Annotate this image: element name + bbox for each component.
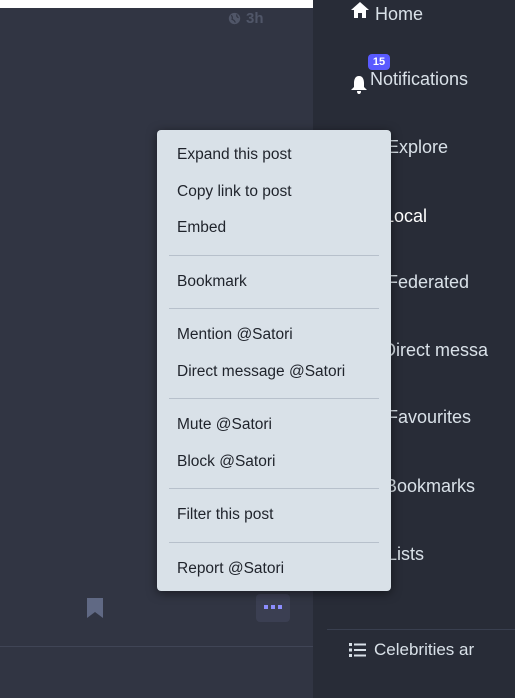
nav-item-favourites[interactable]: Favourites: [387, 403, 471, 431]
bookmark-icon[interactable]: [86, 598, 104, 618]
timestamp-label: 3h: [246, 10, 264, 27]
menu-item-filter-post[interactable]: Filter this post: [157, 497, 391, 534]
nav-item-home[interactable]: Home: [375, 0, 423, 28]
menu-item-mention[interactable]: Mention @Satori: [157, 317, 391, 354]
menu-item-copy-link[interactable]: Copy link to post: [157, 174, 391, 211]
post-options-dropdown: Expand this post Copy link to post Embed…: [157, 130, 391, 591]
globe-icon: [228, 12, 241, 25]
menu-separator: [169, 488, 379, 489]
menu-item-bookmark[interactable]: Bookmark: [157, 264, 391, 301]
ellipsis-icon: [264, 605, 282, 609]
nav-item-notifications[interactable]: Notifications: [370, 65, 468, 93]
menu-separator: [169, 541, 379, 543]
nav-item-federated[interactable]: Federated: [387, 268, 469, 296]
post-timestamp[interactable]: 3h: [228, 10, 264, 27]
menu-item-report[interactable]: Report @Satori: [157, 551, 391, 588]
list-item-label: Celebrities ar: [374, 640, 475, 659]
home-icon: [351, 2, 369, 18]
nav-item-direct-messages[interactable]: Direct messa: [383, 336, 488, 364]
menu-separator: [169, 254, 379, 256]
menu-item-expand-post[interactable]: Expand this post: [157, 137, 391, 174]
more-options-button[interactable]: [256, 594, 290, 622]
menu-item-mute[interactable]: Mute @Satori: [157, 407, 391, 444]
list-item-celebrities[interactable]: Celebrities ar: [349, 636, 474, 664]
bell-icon: [351, 76, 367, 94]
menu-item-block[interactable]: Block @Satori: [157, 444, 391, 481]
nav-item-explore[interactable]: Explore: [387, 133, 448, 161]
menu-separator: [169, 308, 379, 309]
nav-item-bookmarks[interactable]: Bookmarks: [385, 472, 475, 500]
post-divider: [0, 646, 313, 647]
nav-divider: [327, 629, 515, 630]
list-ul-icon: [349, 643, 366, 657]
menu-item-direct-message[interactable]: Direct message @Satori: [157, 354, 391, 391]
nav-item-lists[interactable]: Lists: [387, 540, 424, 568]
menu-item-embed[interactable]: Embed: [157, 210, 391, 247]
menu-separator: [169, 398, 379, 399]
